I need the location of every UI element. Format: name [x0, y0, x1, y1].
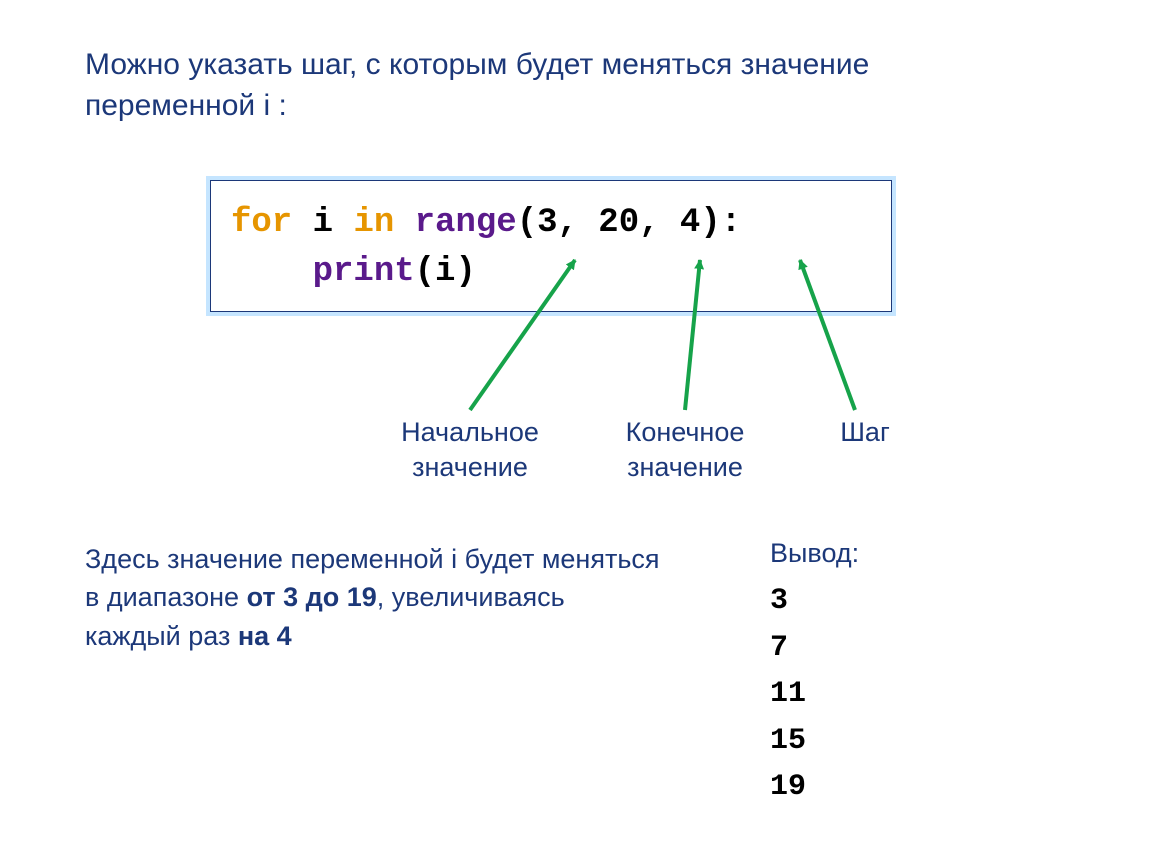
range-args: (3, 20, 4): [517, 204, 741, 242]
heading-text: Можно указать шаг, с которым будет менят… [85, 45, 985, 126]
print-args: (i) [415, 253, 476, 291]
label-start-value: Начальное значение [380, 415, 560, 485]
space [394, 204, 414, 242]
func-range: range [415, 204, 517, 242]
explain-bold1: от 3 до 19 [247, 582, 377, 612]
code-snippet: for i in range(3, 20, 4): print(i) [231, 199, 741, 298]
keyword-in: in [353, 204, 394, 242]
identifier-i: i [292, 204, 353, 242]
indent [231, 253, 313, 291]
code-box: for i in range(3, 20, 4): print(i) [210, 180, 892, 312]
label-step: Шаг [825, 415, 905, 450]
output-values: 3 7 11 15 19 [770, 578, 806, 811]
explain-bold2: на 4 [238, 621, 292, 651]
output-title: Вывод: [770, 538, 859, 569]
func-print: print [313, 253, 415, 291]
explanation-text: Здесь значение переменной i будет менять… [85, 540, 665, 655]
slide: Можно указать шаг, с которым будет менят… [0, 0, 1150, 864]
label-end-value: Конечное значение [600, 415, 770, 485]
arrows-svg [0, 0, 1150, 864]
keyword-for: for [231, 204, 292, 242]
